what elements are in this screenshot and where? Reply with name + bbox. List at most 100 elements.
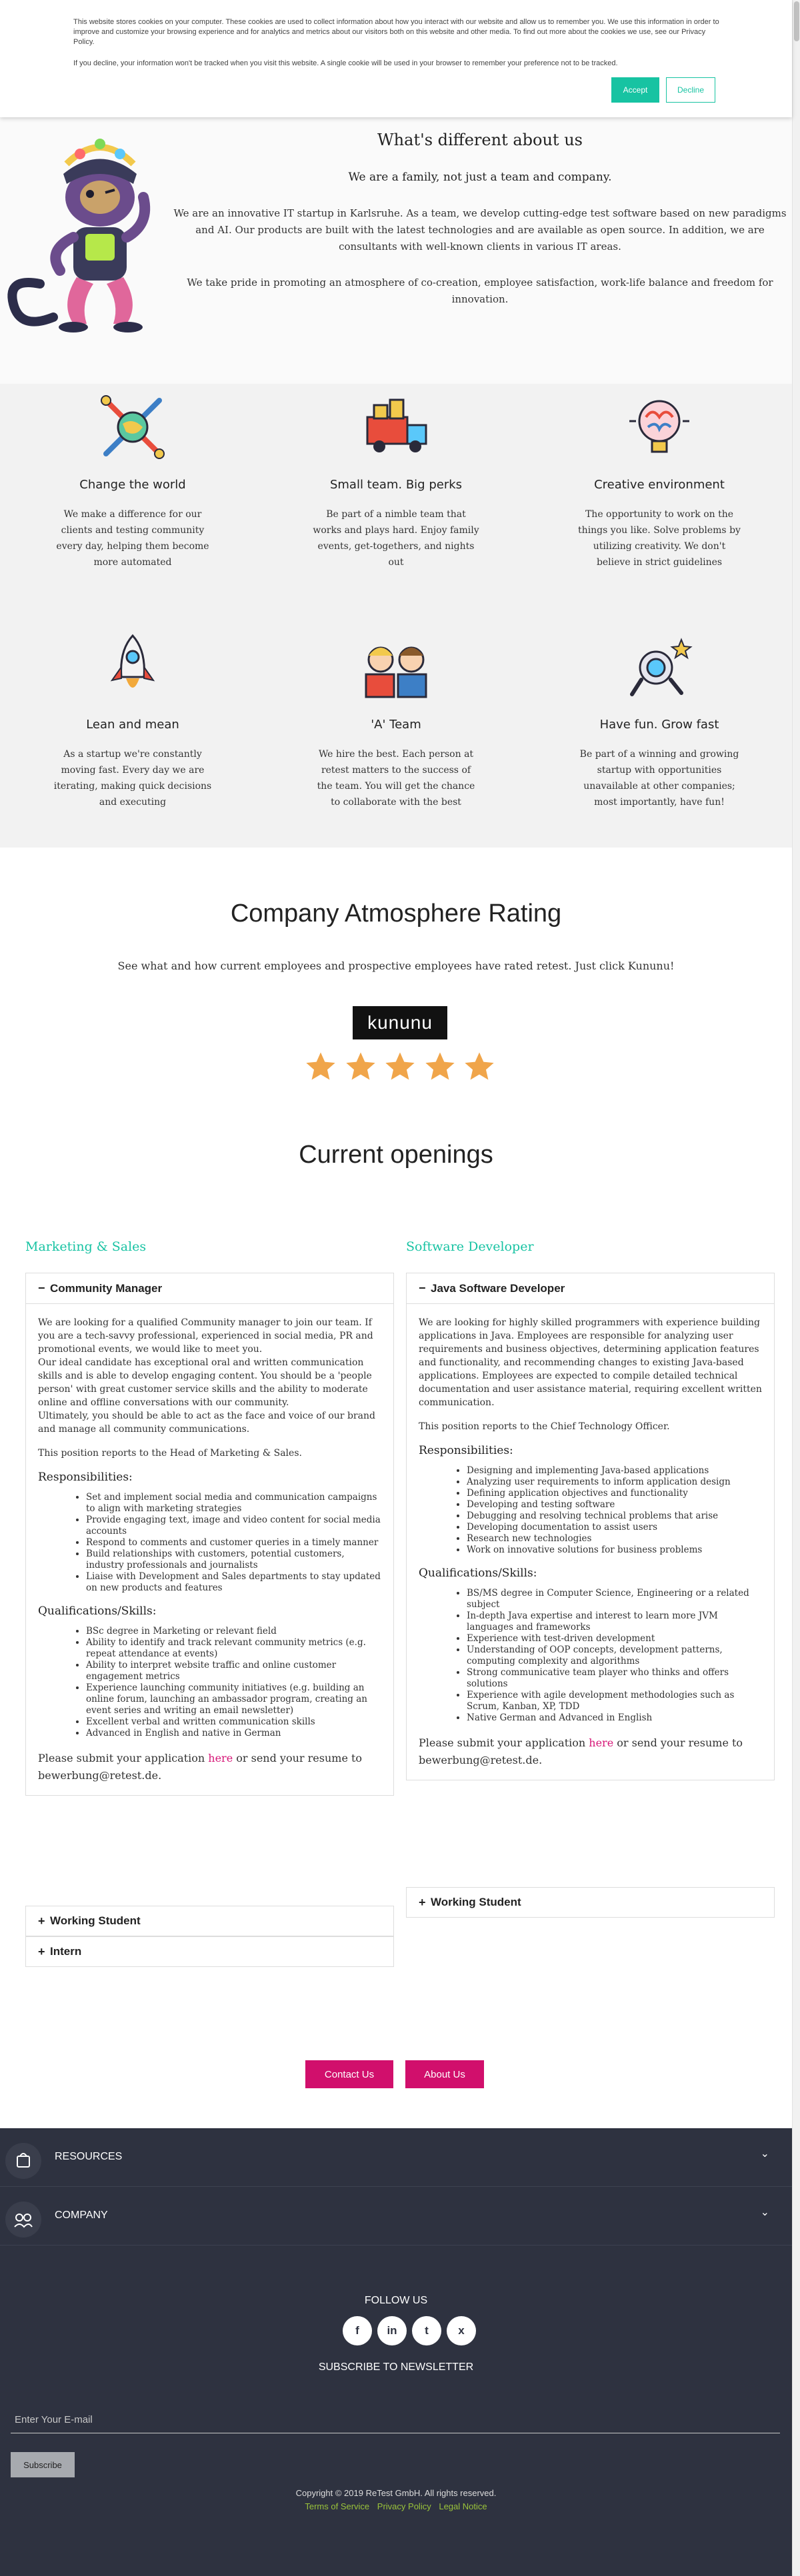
list-item: Understanding of OOP concepts, developme… <box>467 1644 762 1667</box>
cookie-banner: This website stores cookies on your comp… <box>0 0 792 117</box>
company-icon <box>5 2202 41 2238</box>
footer-resources-label: RESOURCES <box>55 2151 123 2162</box>
feature-title: Change the world <box>79 478 186 492</box>
list-item: In-depth Java expertise and interest to … <box>467 1610 762 1633</box>
scrollbar-thumb[interactable] <box>794 1 799 41</box>
job-title: Intern <box>50 1945 82 1958</box>
team-icon <box>365 646 427 698</box>
job-header-working-student[interactable]: + Working Student <box>25 1906 394 1936</box>
job-intro: Ultimately, you should be able to act as… <box>38 1411 375 1435</box>
star-icon <box>385 1052 415 1080</box>
terms-link[interactable]: Terms of Service <box>305 2501 369 2511</box>
list-item: Respond to comments and customer queries… <box>86 1537 381 1549</box>
copyright: Copyright © 2019 ReTest GmbH. All rights… <box>295 2488 497 2498</box>
apply-link[interactable]: here <box>208 1752 233 1764</box>
job-header-intern[interactable]: + Intern <box>25 1936 394 1967</box>
list-item: Excellent verbal and written communicati… <box>86 1716 381 1728</box>
feature-title: Have fun. Grow fast <box>599 718 719 732</box>
feature-card: Creative environment The opportunity to … <box>549 390 769 570</box>
privacy-link[interactable]: Privacy Policy <box>377 2501 431 2511</box>
list-item: Defining application objectives and func… <box>467 1488 762 1499</box>
job-header-community-manager[interactable]: − Community Manager <box>26 1273 393 1304</box>
rocket-icon <box>110 634 155 688</box>
apply-pre: Please submit your application <box>38 1752 209 1764</box>
list-item: Native German and Advanced in English <box>467 1712 762 1724</box>
list-item: Research new technologies <box>467 1533 762 1545</box>
job-title: Working Student <box>50 1914 141 1927</box>
feature-text: We make a difference for our clients and… <box>56 509 209 568</box>
legal-notice-link[interactable]: Legal Notice <box>439 2501 487 2511</box>
qualifications-list: BS/MS degree in Computer Science, Engine… <box>467 1588 762 1724</box>
follow-us-title: FOLLOW US <box>364 2295 428 2306</box>
list-item: Developing documentation to assist users <box>467 1522 762 1533</box>
facebook-icon[interactable]: f <box>343 2316 372 2345</box>
plus-icon: + <box>38 1944 45 1958</box>
list-item: Debugging and resolving technical proble… <box>467 1511 762 1522</box>
job-title: Java Software Developer <box>431 1281 565 1295</box>
feature-card: Lean and mean As a startup we're constan… <box>23 630 243 810</box>
cookie-text-decline: If you decline, your information won't b… <box>73 59 618 67</box>
responsibilities-title: Responsibilities: <box>419 1444 513 1457</box>
job-accordion-community-manager: − Community Manager We are looking for a… <box>25 1273 394 1796</box>
job-description: We are looking for a qualified Community… <box>26 1304 393 1795</box>
star-icon <box>306 1052 335 1080</box>
about-paragraph: We take pride in promoting an atmosphere… <box>187 277 773 305</box>
feature-title: 'A' Team <box>371 718 421 732</box>
plus-icon: + <box>419 1895 426 1909</box>
subscribe-button[interactable]: Subscribe <box>11 2452 75 2477</box>
list-item: Strong communicative team player who thi… <box>467 1667 762 1690</box>
about-us-button[interactable]: About Us <box>405 2060 484 2088</box>
job-accordion-java-developer: − Java Software Developer We are looking… <box>406 1273 775 1780</box>
feature-card: Have fun. Grow fast Be part of a winning… <box>549 630 769 810</box>
about-title: What's different about us <box>377 131 583 149</box>
feature-title: Small team. Big perks <box>329 478 463 492</box>
star-icon <box>465 1052 494 1080</box>
feature-text: As a startup we're constantly moving fas… <box>53 749 212 808</box>
truck-gift-icon <box>366 398 427 452</box>
chevron-down-icon: ⌄ <box>760 2148 769 2160</box>
social-links: f in t x <box>343 2316 476 2345</box>
apply-text: Please submit your application here or s… <box>419 1734 762 1769</box>
software-heading: Software Developer <box>406 1239 534 1254</box>
feature-title: Lean and mean <box>86 718 179 732</box>
list-item: Ability to interpret website traffic and… <box>86 1660 381 1682</box>
list-item: BS/MS degree in Computer Science, Engine… <box>467 1588 762 1610</box>
newsletter-email-input[interactable] <box>11 2407 780 2433</box>
cookie-text: This website stores cookies on your comp… <box>73 18 719 46</box>
contact-us-button[interactable]: Contact Us <box>305 2060 393 2088</box>
resources-icon <box>5 2143 41 2179</box>
accept-cookies-button[interactable]: Accept <box>611 77 659 103</box>
list-item: Experience launching community initiativ… <box>86 1682 381 1716</box>
rating-stars <box>303 1049 497 1089</box>
feature-text: Be part of a nimble team that works and … <box>313 509 479 568</box>
footer-links: Terms of Service Privacy Policy Legal No… <box>0 2501 792 2511</box>
job-reports: This position reports to the Head of Mar… <box>38 1448 302 1459</box>
marketing-heading: Marketing & Sales <box>25 1239 147 1254</box>
list-item: Set and implement social media and commu… <box>86 1492 381 1515</box>
xing-icon[interactable]: x <box>447 2316 476 2345</box>
footer-resources-toggle[interactable]: RESOURCES ⌄ <box>0 2128 792 2187</box>
footer-company-toggle[interactable]: COMPANY ⌄ <box>0 2187 792 2246</box>
kununu-logo[interactable]: kununu <box>353 1006 447 1039</box>
list-item: BSc degree in Marketing or relevant fiel… <box>86 1626 381 1637</box>
responsibilities-list: Set and implement social media and commu… <box>86 1492 381 1594</box>
astronaut-icon <box>630 638 693 696</box>
job-title: Community Manager <box>50 1281 163 1295</box>
apply-link[interactable]: here <box>589 1736 613 1749</box>
feature-text: Be part of a winning and growing startup… <box>579 749 739 808</box>
star-icon <box>425 1052 455 1080</box>
job-header-java-developer[interactable]: − Java Software Developer <box>407 1273 774 1304</box>
list-item: Analyzing user requirements to inform ap… <box>467 1477 762 1488</box>
job-header-working-student[interactable]: + Working Student <box>406 1887 775 1918</box>
twitter-icon[interactable]: t <box>412 2316 441 2345</box>
decline-cookies-button[interactable]: Decline <box>666 77 715 103</box>
feature-text: The opportunity to work on the things yo… <box>578 509 741 568</box>
feature-text: We hire the best. Each person at retest … <box>317 749 475 808</box>
scrollbar[interactable] <box>792 0 800 2576</box>
job-description: We are looking for highly skilled progra… <box>407 1304 774 1780</box>
features-section: Change the world We make a difference fo… <box>0 384 792 848</box>
feature-card: 'A' Team We hire the best. Each person a… <box>286 630 506 810</box>
linkedin-icon[interactable]: in <box>377 2316 407 2345</box>
list-item: Advanced in English and native in German <box>86 1728 381 1739</box>
qualifications-title: Qualifications/Skills: <box>419 1567 537 1580</box>
